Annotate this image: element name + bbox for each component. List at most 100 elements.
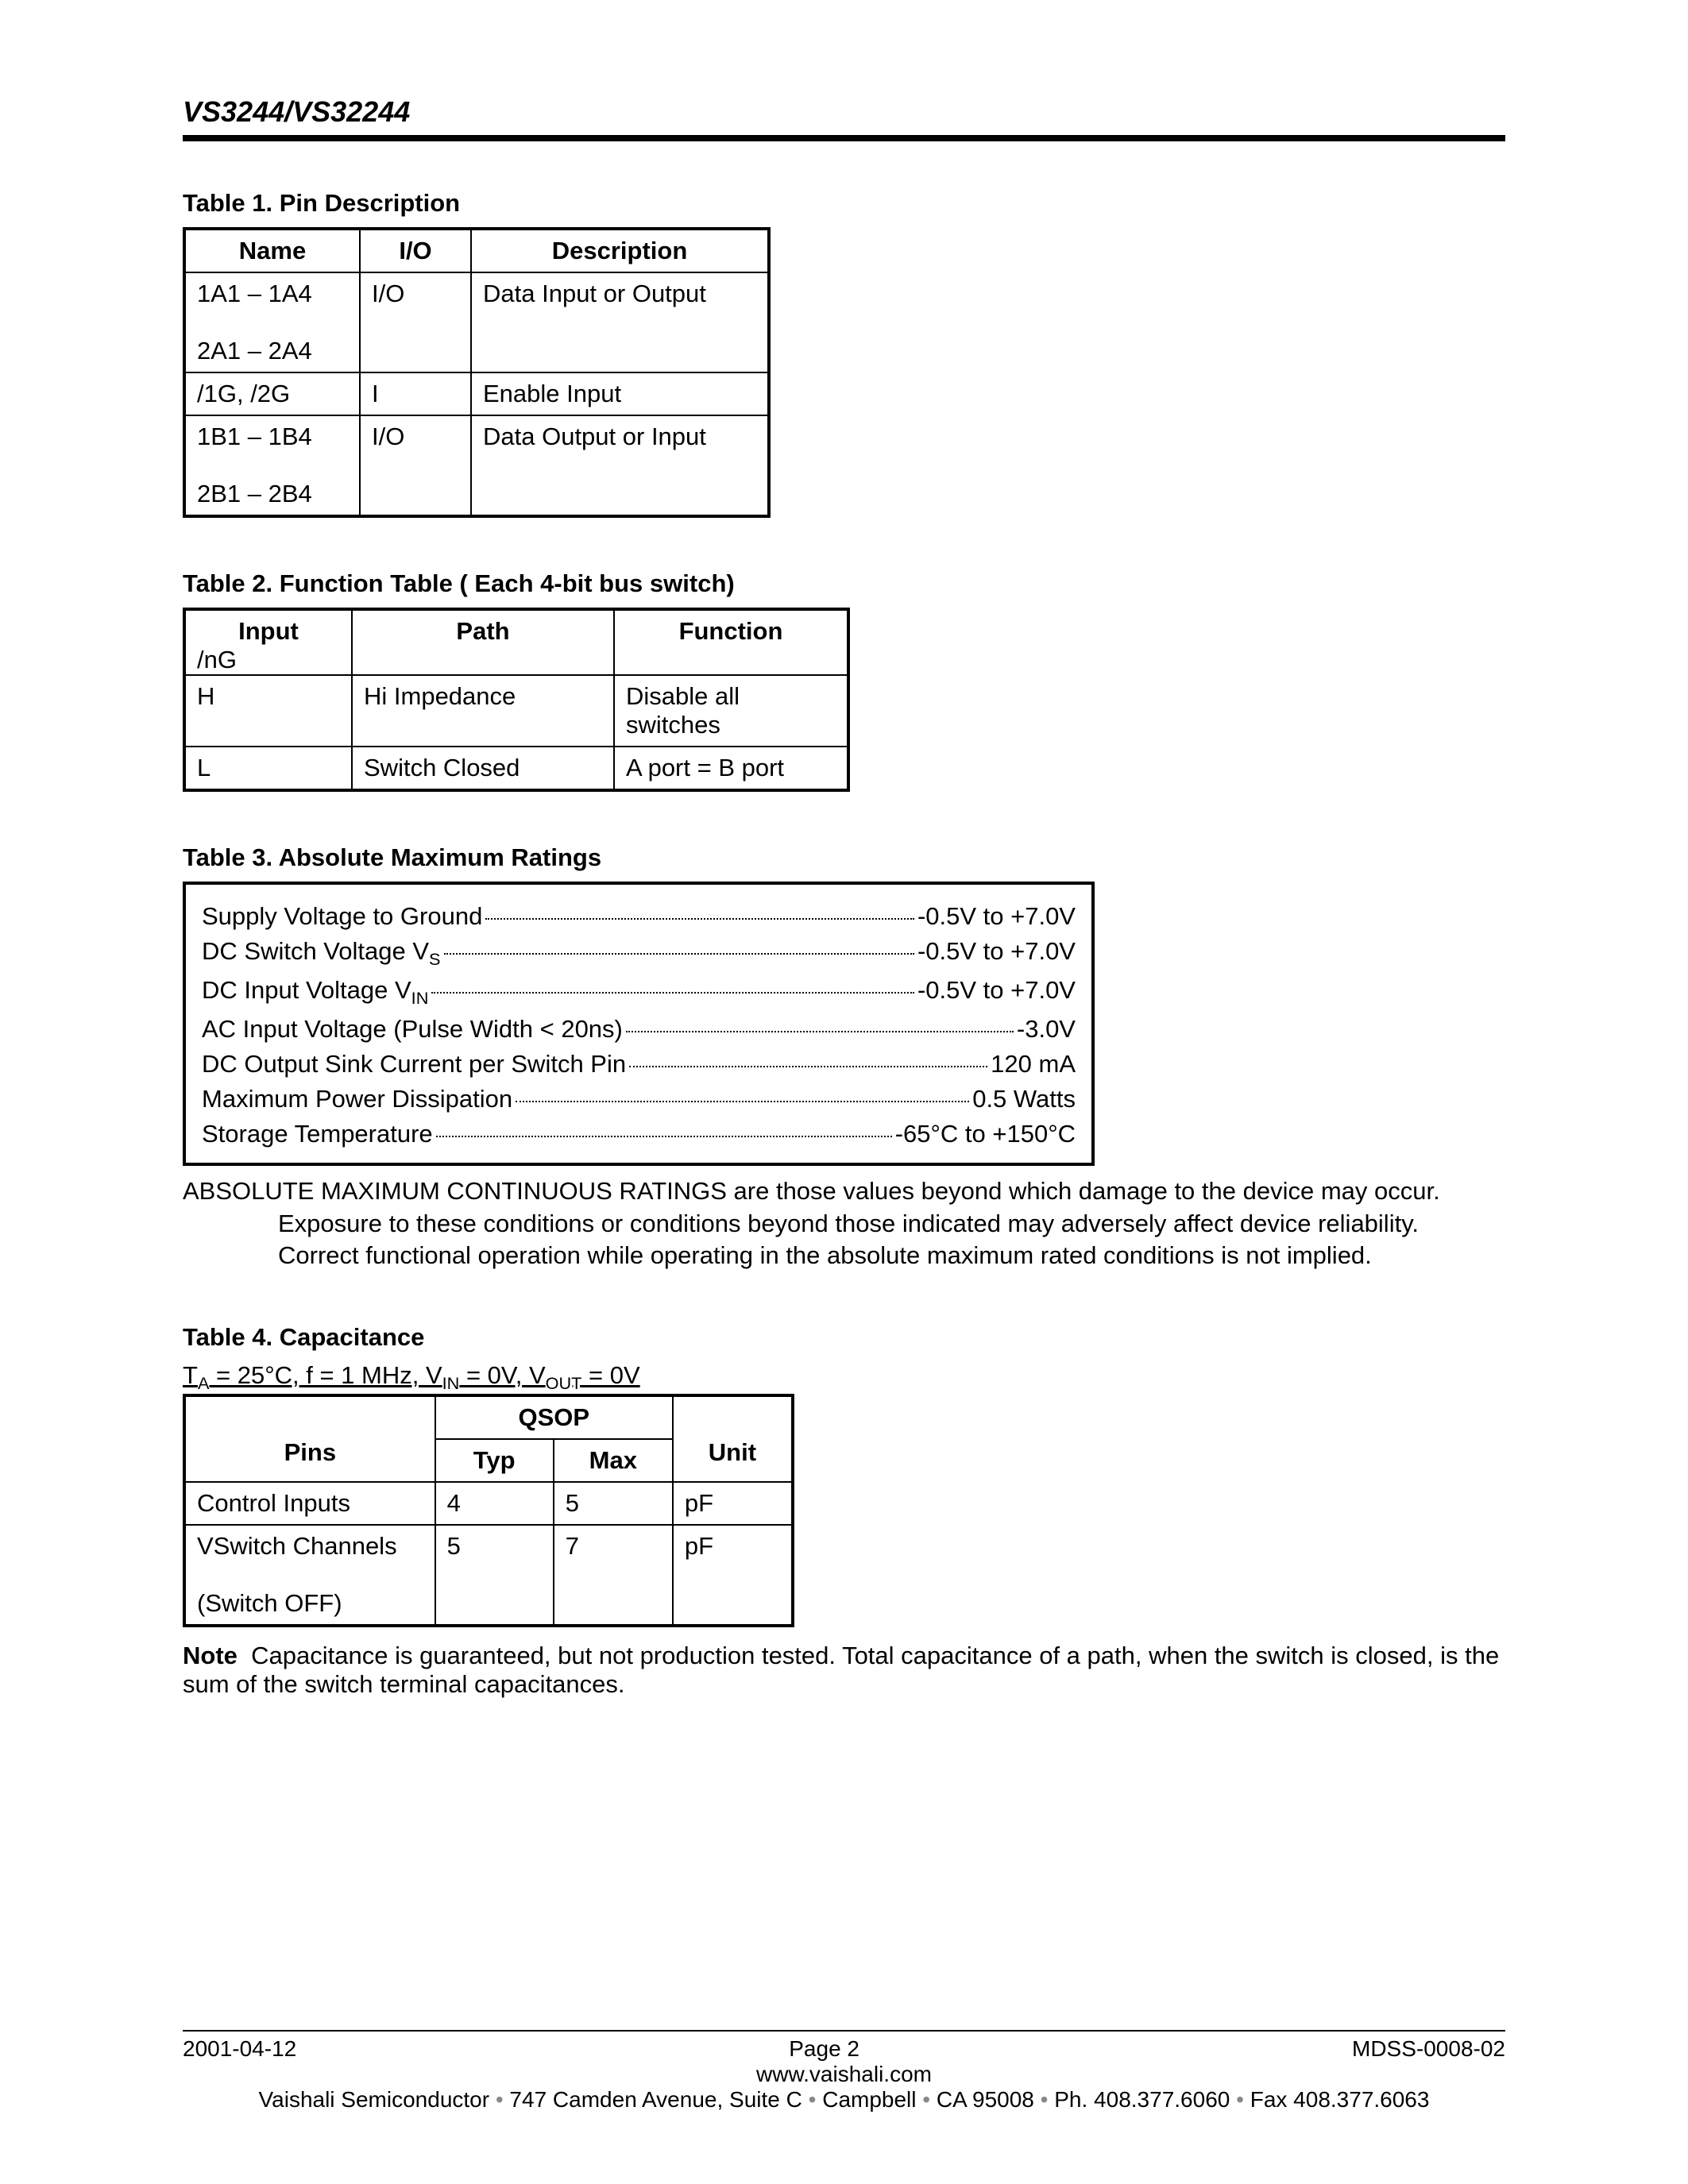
th-function: Function [614, 609, 848, 675]
amr-label: Supply Voltage to Ground [202, 902, 482, 931]
cell-name: /1G, /2G [184, 372, 360, 415]
cell: A port = B port [614, 747, 848, 790]
footer-line1: 2001-04-12 Page 2 MDSS-0008-02 [183, 2036, 1505, 2062]
table1-section: Table 1. Pin Description Name I/O Descri… [183, 173, 1505, 518]
amr-row: AC Input Voltage (Pulse Width < 20ns) -3.… [202, 1015, 1076, 1044]
cell-name: 1A1 – 1A4 2A1 – 2A4 [184, 272, 360, 372]
cell: 5 [435, 1525, 554, 1626]
cell: Switch Closed [352, 747, 614, 790]
table2-section: Table 2. Function Table ( Each 4-bit bus… [183, 554, 1505, 792]
amr-val: 120 mA [991, 1050, 1076, 1078]
amr-val: -65°C to +150°C [895, 1120, 1076, 1148]
th-typ: Typ [435, 1439, 554, 1482]
table-row: 1A1 – 1A4 2A1 – 2A4 I/O Data Input or Ou… [184, 272, 769, 372]
table-header-row: Pins QSOP Unit [184, 1395, 793, 1439]
cell: H [184, 675, 352, 747]
amr-label: AC Input Voltage (Pulse Width < 20ns) [202, 1015, 623, 1044]
table-row: VSwitch Channels (Switch OFF) 5 7 pF [184, 1525, 793, 1626]
table-row: /1G, /2G I Enable Input [184, 372, 769, 415]
cell: 7 [554, 1525, 673, 1626]
cell: pF [673, 1482, 793, 1525]
table4-note: Note Capacitance is guaranteed, but not … [183, 1642, 1505, 1699]
dots [516, 1101, 969, 1102]
th-name: Name [184, 229, 360, 272]
cell-desc: Data Output or Input [471, 415, 769, 516]
amr-row: DC Output Sink Current per Switch Pin 120… [202, 1050, 1076, 1078]
dots [485, 918, 914, 920]
table-row: Control Inputs 4 5 pF [184, 1482, 793, 1525]
footer-rule [183, 2030, 1505, 2032]
amr-label: Maximum Power Dissipation [202, 1085, 512, 1113]
amr-row: Maximum Power Dissipation 0.5 Watts [202, 1085, 1076, 1113]
text: Correct functional operation while opera… [278, 1240, 1505, 1271]
text: VSwitch Channels [197, 1532, 397, 1560]
dots [626, 1031, 1014, 1032]
footer-date: 2001-04-12 [183, 2036, 296, 2062]
note-text: Capacitance is guaranteed, but not produ… [183, 1642, 1499, 1698]
text: Exposure to these conditions or conditio… [278, 1208, 1505, 1240]
footer-address: Vaishali Semiconductor • 747 Camden Aven… [183, 2087, 1505, 2113]
footer-page: Page 2 [789, 2036, 859, 2062]
text: Input [197, 617, 340, 646]
table-row: 1B1 – 1B4 2B1 – 2B4 I/O Data Output or I… [184, 415, 769, 516]
dots [431, 992, 914, 994]
text: 1B1 – 1B4 [197, 423, 312, 450]
text: ABSOLUTE MAXIMUM CONTINUOUS RATINGS are … [183, 1177, 1440, 1205]
footer-url: www.vaishali.com [183, 2062, 1505, 2087]
footer: 2001-04-12 Page 2 MDSS-0008-02 www.vaish… [183, 2030, 1505, 2113]
table2: Input /nG Path Function H Hi Impedance D… [183, 608, 850, 792]
th-desc: Description [471, 229, 769, 272]
cell: 5 [554, 1482, 673, 1525]
text: Vaishali Semiconductor • 747 Camden Aven… [259, 2087, 1430, 2112]
table4: Pins QSOP Unit Typ Max Control Inputs 4 … [183, 1394, 794, 1627]
amr-val: -0.5V to +7.0V [917, 976, 1076, 1005]
amr-val: -0.5V to +7.0V [917, 937, 1076, 966]
cell-desc: Data Input or Output [471, 272, 769, 372]
text: 2B1 – 2B4 [197, 480, 312, 507]
th-input: Input /nG [184, 609, 352, 675]
amr-val: 0.5 Watts [972, 1085, 1076, 1113]
amr-row: Storage Temperature -65°C to +150°C [202, 1120, 1076, 1148]
table2-title: Table 2. Function Table ( Each 4-bit bus… [183, 569, 1505, 598]
table1: Name I/O Description 1A1 – 1A4 2A1 – 2A4… [183, 227, 771, 518]
th-max: Max [554, 1439, 673, 1482]
cell-desc: Enable Input [471, 372, 769, 415]
table-row: H Hi Impedance Disable all switches [184, 675, 848, 747]
cell: Control Inputs [184, 1482, 435, 1525]
text: 1A1 – 1A4 [197, 280, 312, 307]
dots [436, 1136, 892, 1137]
table4-title: Table 4. Capacitance [183, 1323, 1505, 1352]
cell-io: I/O [360, 272, 471, 372]
cell-io: I/O [360, 415, 471, 516]
amr-row: Supply Voltage to Ground-0.5V to +7.0V [202, 902, 1076, 931]
table3-section: Table 3. Absolute Maximum Ratings Supply… [183, 828, 1505, 1271]
text: (Switch OFF) [197, 1589, 342, 1617]
cell-io: I [360, 372, 471, 415]
amr-val: -3.0V [1017, 1015, 1076, 1044]
amr-label: DC Switch Voltage VS [202, 937, 441, 970]
table1-title: Table 1. Pin Description [183, 189, 1505, 218]
amr-note: ABSOLUTE MAXIMUM CONTINUOUS RATINGS are … [183, 1175, 1505, 1271]
note-label: Note [183, 1642, 238, 1669]
page: VS3244/VS32244 Table 1. Pin Description … [0, 0, 1688, 2184]
th-pins: Pins [184, 1395, 435, 1482]
table-row: L Switch Closed A port = B port [184, 747, 848, 790]
amr-row: DC Input Voltage VIN -0.5V to +7.0V [202, 976, 1076, 1009]
cell: Hi Impedance [352, 675, 614, 747]
table4-section: Table 4. Capacitance TA = 25°C, f = 1 MH… [183, 1307, 1505, 1699]
table4-conditions: TA = 25°C, f = 1 MHz, VIN = 0V, VOUT = 0… [183, 1361, 1505, 1394]
doc-header-title: VS3244/VS32244 [183, 95, 1505, 129]
amr-label: Storage Temperature [202, 1120, 433, 1148]
th-path: Path [352, 609, 614, 675]
amr-row: DC Switch Voltage VS -0.5V to +7.0V [202, 937, 1076, 970]
cell: pF [673, 1525, 793, 1626]
text: 2A1 – 2A4 [197, 337, 312, 365]
amr-label: DC Input Voltage VIN [202, 976, 428, 1009]
amr-label: DC Output Sink Current per Switch Pin [202, 1050, 626, 1078]
amr-box: Supply Voltage to Ground-0.5V to +7.0V D… [183, 882, 1095, 1166]
th-io: I/O [360, 229, 471, 272]
text: /nG [197, 646, 340, 674]
cell: Disable all switches [614, 675, 848, 747]
cell: VSwitch Channels (Switch OFF) [184, 1525, 435, 1626]
cell-name: 1B1 – 1B4 2B1 – 2B4 [184, 415, 360, 516]
